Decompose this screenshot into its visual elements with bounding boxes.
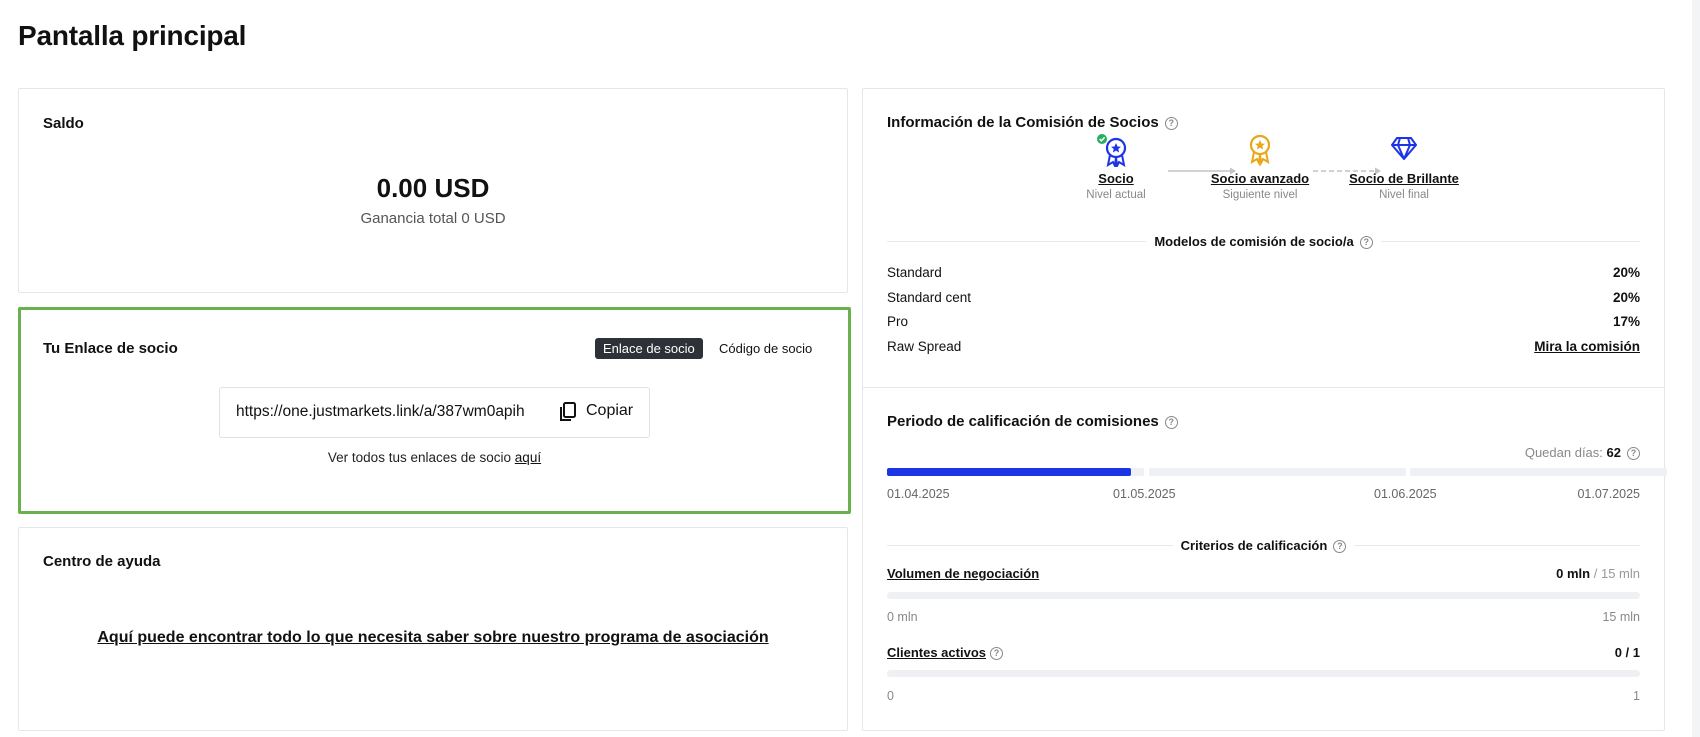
trading-volume-track (887, 592, 1640, 599)
partner-links-note: Ver todos tus enlaces de socio aquí (21, 450, 848, 465)
model-row-standard: Standard 20% (887, 265, 1640, 285)
period-date: 01.04.2025 (887, 487, 950, 501)
partner-links-here-link[interactable]: aquí (515, 450, 541, 465)
partner-link-title: Tu Enlace de socio (43, 340, 178, 357)
medal-blue-icon (1097, 134, 1127, 167)
level-partner-status: Nivel actual (1086, 189, 1146, 201)
copy-button[interactable]: Copiar (586, 402, 633, 420)
model-value: 20% (1612, 265, 1640, 280)
help-icon[interactable]: ? (1164, 116, 1178, 130)
help-center-link[interactable]: Aquí puede encontrar todo lo que necesit… (19, 629, 847, 647)
model-value: 17% (1612, 314, 1640, 329)
model-label: Raw Spread (887, 339, 962, 354)
balance-amount: 0.00 USD (376, 173, 490, 203)
period-segment-2 (1149, 468, 1406, 476)
total-earnings: Ganancia total 0 USD (360, 210, 506, 227)
model-row-pro: Pro 17% (887, 314, 1640, 334)
period-date: 01.06.2025 (1374, 487, 1437, 501)
level-diamond-name[interactable]: Socio de Brillante (1339, 171, 1469, 186)
active-clients-label: Clientes activos (887, 645, 986, 660)
trading-volume-link[interactable]: Volumen de negociación (887, 566, 1039, 581)
tab-partner-code[interactable]: Código de socio (711, 338, 820, 359)
model-label: Standard cent (887, 290, 972, 305)
tab-partner-link[interactable]: Enlace de socio (595, 338, 703, 359)
days-left-label: Quedan días: (1524, 445, 1603, 460)
help-center-title: Centro de ayuda (43, 553, 161, 570)
model-label: Pro (887, 314, 909, 329)
help-icon[interactable]: ? (1359, 236, 1373, 250)
balance-card: Saldo 0.00 USD Ganancia total 0 USD (18, 88, 848, 293)
models-title-text: Modelos de comisión de socio/a (1154, 234, 1354, 249)
medal-gold-icon (1249, 134, 1271, 167)
section-separator (863, 387, 1664, 388)
level-partner-name[interactable]: Socio (1051, 171, 1181, 186)
commission-card: Información de la Comisión de Socios? So… (862, 88, 1667, 731)
help-icon[interactable]: ? (1627, 447, 1640, 461)
trading-volume-target: / 15 mln (1593, 566, 1640, 581)
partner-link-card: Tu Enlace de socio Enlace de socio Códig… (18, 307, 851, 514)
level-advanced-status: Siguiente nivel (1222, 189, 1298, 201)
level-advanced: Socio avanzado Siguiente nivel (1195, 133, 1325, 201)
level-advanced-name[interactable]: Socio avanzado (1195, 171, 1325, 186)
see-commission-link[interactable]: Mira la comisión (1534, 339, 1640, 354)
help-icon[interactable]: ? (1164, 415, 1178, 429)
period-date: 01.05.2025 (1113, 487, 1176, 501)
partner-link-box: https://one.justmarkets.link/a/387wm0api… (219, 387, 650, 438)
period-date: 01.07.2025 (1577, 487, 1640, 501)
partner-links-note-text: Ver todos tus enlaces de socio (327, 450, 512, 465)
level-diamond-status: Nivel final (1379, 189, 1429, 201)
active-clients-track (887, 670, 1640, 677)
help-icon[interactable]: ? (1333, 540, 1347, 554)
balance-title: Saldo (43, 115, 84, 132)
model-value: 20% (1612, 290, 1640, 305)
models-title: Modelos de comisión de socio/a? (863, 234, 1664, 250)
copy-icon[interactable] (557, 401, 579, 423)
period-segment-1 (887, 468, 1144, 476)
scale-max: 1 (1633, 689, 1640, 703)
period-progress-fill (887, 468, 1132, 476)
partner-link-url[interactable]: https://one.justmarkets.link/a/387wm0api… (236, 403, 525, 421)
diamond-icon (1391, 137, 1417, 160)
level-diamond: Socio de Brillante Nivel final (1339, 133, 1469, 201)
qualification-title-text: Periodo de calificación de comisiones (887, 413, 1159, 430)
scale-max: 15 mln (1602, 610, 1640, 624)
active-clients-value: 0 / 1 (1614, 645, 1640, 660)
page-scrollbar[interactable] (1692, 0, 1700, 737)
period-segment-3 (1410, 468, 1667, 476)
help-center-card: Centro de ayuda Aquí puede encontrar tod… (18, 527, 848, 731)
commission-info-title-text: Información de la Comisión de Socios (887, 114, 1159, 131)
scale-min: 0 mln (887, 610, 918, 624)
model-label: Standard (887, 265, 942, 280)
criteria-title: Criterios de calificación? (863, 538, 1664, 554)
criteria-title-text: Criterios de calificación (1180, 538, 1328, 553)
model-row-raw-spread: Raw Spread Mira la comisión (887, 339, 1640, 359)
active-clients-link[interactable]: Clientes activos (887, 645, 986, 660)
level-partner: Socio Nivel actual (1051, 133, 1181, 201)
trading-volume-value: 0 mln / 15 mln (1556, 566, 1640, 581)
days-left: Quedan días: 62? (1524, 445, 1640, 461)
help-icon[interactable]: ? (990, 647, 1003, 660)
page-title: Pantalla principal (18, 20, 247, 51)
scale-min: 0 (887, 689, 894, 703)
qualification-title: Periodo de calificación de comisiones? (887, 413, 1178, 430)
trading-volume-current: 0 mln (1556, 566, 1591, 581)
days-left-value: 62 (1606, 445, 1621, 460)
commission-info-title: Información de la Comisión de Socios? (887, 114, 1178, 131)
model-row-standard-cent: Standard cent 20% (887, 290, 1640, 310)
